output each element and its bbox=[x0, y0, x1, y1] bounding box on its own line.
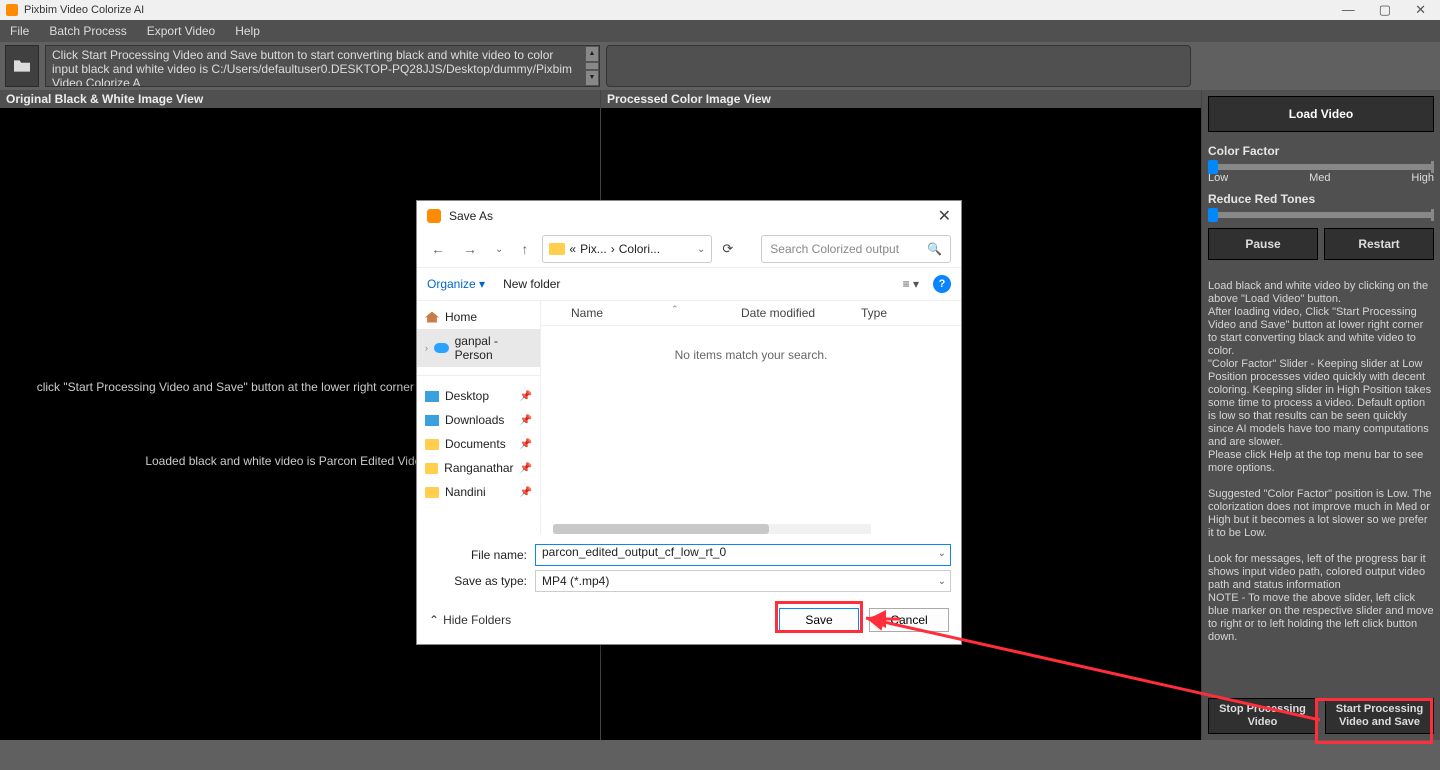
nav-folder[interactable]: Nandini📌 bbox=[417, 480, 540, 504]
window-titlebar: Pixbim Video Colorize AI — ▢ ✕ bbox=[0, 0, 1440, 20]
nav-folder[interactable]: Ranganathar📌 bbox=[417, 456, 540, 480]
horizontal-scrollbar[interactable] bbox=[553, 524, 871, 534]
maximize-button[interactable]: ▢ bbox=[1379, 2, 1391, 18]
app-logo-icon bbox=[6, 4, 18, 16]
pin-icon: 📌 bbox=[520, 487, 532, 498]
nav-up-button[interactable]: ↑ bbox=[517, 241, 532, 257]
nav-recent-button[interactable]: ⌄ bbox=[491, 244, 507, 255]
pin-icon: 📌 bbox=[520, 415, 532, 426]
nav-home[interactable]: Home bbox=[417, 305, 540, 329]
save-as-dialog: Save As ✕ ← → ⌄ ↑ « Pix... › Colori... ⌄… bbox=[416, 200, 962, 645]
dialog-search-input[interactable]: Search Colorized output 🔍 bbox=[761, 235, 951, 263]
window-title: Pixbim Video Colorize AI bbox=[24, 4, 144, 16]
pin-icon: 📌 bbox=[520, 439, 532, 450]
dialog-title: Save As bbox=[449, 209, 493, 223]
save-type-select[interactable]: MP4 (*.mp4)⌄ bbox=[535, 570, 951, 592]
file-list[interactable]: ⌃ Name Date modified Type No items match… bbox=[541, 301, 961, 534]
menu-export-video[interactable]: Export Video bbox=[137, 24, 226, 38]
breadcrumb[interactable]: « Pix... › Colori... ⌄ bbox=[542, 235, 712, 263]
dialog-fields: File name: parcon_edited_output_cf_low_r… bbox=[417, 534, 961, 598]
folder-icon bbox=[549, 243, 565, 255]
slider-thumb[interactable] bbox=[1208, 160, 1218, 174]
chevron-down-icon[interactable]: ⌄ bbox=[938, 576, 946, 587]
dialog-toolbar: Organize ▾ New folder ≡ ▾ ? bbox=[417, 267, 961, 301]
empty-message: No items match your search. bbox=[541, 348, 961, 362]
hide-folders-toggle[interactable]: ⌃Hide Folders bbox=[429, 613, 511, 627]
reduce-red-label: Reduce Red Tones bbox=[1208, 192, 1434, 206]
nav-documents[interactable]: Documents📌 bbox=[417, 432, 540, 456]
nav-personal[interactable]: ›ganpal - Person bbox=[417, 329, 540, 367]
reduce-red-slider[interactable] bbox=[1208, 212, 1434, 218]
file-name-label: File name: bbox=[427, 548, 527, 562]
restart-button[interactable]: Restart bbox=[1324, 228, 1434, 260]
folder-icon bbox=[12, 58, 32, 74]
crumb-segment[interactable]: Colori... bbox=[619, 242, 660, 256]
save-type-label: Save as type: bbox=[427, 574, 527, 588]
top-row: Click Start Processing Video and Save bu… bbox=[0, 42, 1440, 90]
col-type[interactable]: Type bbox=[861, 306, 961, 320]
tick-med: Med bbox=[1309, 172, 1330, 184]
pin-icon: 📌 bbox=[520, 391, 532, 402]
view-mode-button[interactable]: ≡ ▾ bbox=[903, 277, 919, 291]
menu-bar: File Batch Process Export Video Help bbox=[0, 20, 1440, 42]
search-icon: 🔍 bbox=[927, 242, 942, 256]
chevron-down-icon[interactable]: ⌄ bbox=[697, 244, 705, 255]
status-line: input black and white video is C:/Users/… bbox=[52, 62, 593, 87]
nav-desktop[interactable]: Desktop📌 bbox=[417, 384, 540, 408]
cancel-button[interactable]: Cancel bbox=[869, 608, 949, 632]
help-text: Load black and white video by clicking o… bbox=[1208, 280, 1434, 644]
chevron-up-icon: ⌃ bbox=[429, 613, 439, 627]
dialog-nav-bar: ← → ⌄ ↑ « Pix... › Colori... ⌄ ⟳ Search … bbox=[417, 231, 961, 267]
nav-back-button[interactable]: ← bbox=[427, 241, 449, 257]
pin-icon: 📌 bbox=[520, 463, 532, 474]
side-panel: Load Video Color Factor Low Med High Red… bbox=[1202, 90, 1440, 740]
chevron-down-icon[interactable]: ⌄ bbox=[938, 548, 946, 559]
crumb-prefix: « bbox=[569, 242, 576, 256]
minimize-button[interactable]: — bbox=[1342, 2, 1355, 18]
save-button[interactable]: Save bbox=[779, 608, 859, 632]
search-placeholder: Search Colorized output bbox=[770, 242, 899, 256]
color-factor-ticks: Low Med High bbox=[1208, 172, 1434, 184]
refresh-button[interactable]: ⟳ bbox=[722, 241, 733, 257]
crumb-segment[interactable]: Pix... bbox=[580, 242, 607, 256]
original-view-header: Original Black & White Image View bbox=[0, 90, 600, 108]
help-icon[interactable]: ? bbox=[933, 275, 951, 293]
file-name-input[interactable]: parcon_edited_output_cf_low_rt_0⌄ bbox=[535, 544, 951, 566]
crumb-sep: › bbox=[611, 242, 615, 256]
dialog-app-icon bbox=[427, 209, 441, 223]
dialog-nav-tree: Home ›ganpal - Person Desktop📌 Downloads… bbox=[417, 301, 541, 534]
dialog-titlebar: Save As ✕ bbox=[417, 201, 961, 231]
open-folder-button[interactable] bbox=[5, 45, 39, 87]
load-video-button[interactable]: Load Video bbox=[1208, 96, 1434, 132]
new-folder-button[interactable]: New folder bbox=[503, 277, 560, 291]
organize-menu[interactable]: Organize ▾ bbox=[427, 277, 485, 291]
slider-thumb[interactable] bbox=[1208, 208, 1218, 222]
close-button[interactable]: ✕ bbox=[1415, 2, 1426, 18]
menu-batch-process[interactable]: Batch Process bbox=[39, 24, 136, 38]
dialog-footer: ⌃Hide Folders Save Cancel bbox=[417, 598, 961, 644]
nav-forward-button[interactable]: → bbox=[459, 241, 481, 257]
col-date[interactable]: Date modified bbox=[741, 306, 861, 320]
column-headers[interactable]: ⌃ Name Date modified Type bbox=[541, 301, 961, 326]
message-scrollbar[interactable]: ▲▼ bbox=[585, 46, 599, 86]
color-factor-slider[interactable] bbox=[1208, 164, 1434, 170]
processed-view-header: Processed Color Image View bbox=[601, 90, 1201, 108]
path-input[interactable] bbox=[606, 45, 1191, 87]
nav-downloads[interactable]: Downloads📌 bbox=[417, 408, 540, 432]
pause-button[interactable]: Pause bbox=[1208, 228, 1318, 260]
sort-asc-icon: ⌃ bbox=[671, 304, 679, 315]
color-factor-label: Color Factor bbox=[1208, 144, 1434, 158]
col-name[interactable]: Name bbox=[541, 306, 741, 320]
start-processing-button[interactable]: Start Processing Video and Save bbox=[1325, 698, 1434, 734]
stop-processing-button[interactable]: Stop Processing Video bbox=[1208, 698, 1317, 734]
dialog-close-button[interactable]: ✕ bbox=[938, 206, 951, 226]
status-message-box: Click Start Processing Video and Save bu… bbox=[45, 45, 600, 87]
menu-help[interactable]: Help bbox=[225, 24, 270, 38]
menu-file[interactable]: File bbox=[0, 24, 39, 38]
tick-high: High bbox=[1411, 172, 1434, 184]
status-line: Click Start Processing Video and Save bu… bbox=[52, 48, 593, 62]
